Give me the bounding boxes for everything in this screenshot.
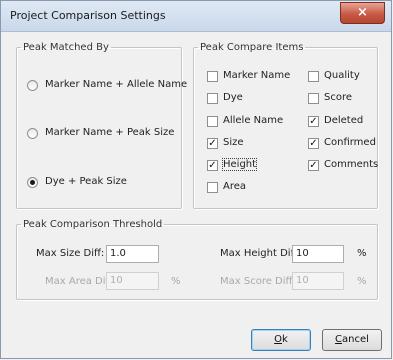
ok-button[interactable]: Ok: [251, 329, 311, 351]
max-score-diff-label: Max Score Diff:: [220, 276, 296, 287]
max-size-diff-label: Max Size Diff:: [36, 248, 105, 259]
checkbox-size[interactable]: ✓: [207, 138, 218, 149]
checkbox-area[interactable]: [207, 182, 218, 193]
checkbox-allele-name[interactable]: [207, 116, 218, 127]
max-size-diff-input[interactable]: 1.0: [106, 245, 159, 263]
ok-mnemonic: O: [274, 334, 283, 345]
checkbox-height[interactable]: ✓: [207, 160, 218, 171]
checkbox-height-label: Height: [221, 158, 258, 171]
window-title: Project Comparison Settings: [10, 9, 166, 22]
checkbox-confirmed-label: Confirmed: [324, 137, 376, 148]
max-area-diff-input[interactable]: 10: [106, 272, 159, 290]
radio-marker-allele-label: Marker Name + Allele Name: [45, 79, 188, 90]
peak-comparison-threshold-legend: Peak Comparison Threshold: [23, 219, 163, 230]
title-bar[interactable]: Project Comparison Settings ×: [1, 1, 391, 32]
peak-compare-items-legend: Peak Compare Items: [200, 42, 304, 53]
close-icon: ×: [357, 5, 368, 20]
checkbox-allele-name-label: Allele Name: [223, 115, 284, 126]
ok-label-rest: k: [282, 334, 288, 345]
radio-dye-size[interactable]: [27, 177, 38, 188]
checkbox-marker-name-label: Marker Name: [223, 70, 291, 81]
radio-marker-size[interactable]: [27, 128, 38, 139]
checkbox-quality[interactable]: [308, 71, 319, 82]
checkbox-comments[interactable]: ✓: [308, 160, 319, 171]
max-area-unit: %: [171, 276, 181, 287]
checkbox-quality-label: Quality: [324, 70, 360, 81]
checkbox-score-label: Score: [324, 92, 353, 103]
checkbox-size-label: Size: [223, 137, 244, 148]
max-height-diff-input[interactable]: 10: [292, 245, 344, 263]
checkbox-area-label: Area: [223, 181, 247, 192]
peak-matched-by-legend: Peak Matched By: [23, 42, 109, 53]
checkbox-marker-name[interactable]: [207, 71, 218, 82]
max-score-unit: %: [357, 276, 367, 287]
checkbox-comments-label: Comments: [324, 159, 379, 170]
cancel-label-rest: ancel: [342, 334, 369, 345]
checkbox-confirmed[interactable]: ✓: [308, 138, 319, 149]
cancel-button[interactable]: Cancel: [322, 329, 382, 351]
max-height-unit: %: [357, 248, 367, 259]
max-score-diff-input[interactable]: 10: [292, 272, 344, 290]
max-height-diff-label: Max Height Diff:: [220, 248, 301, 259]
radio-marker-size-label: Marker Name + Peak Size: [45, 127, 175, 138]
close-button[interactable]: ×: [340, 2, 385, 24]
checkbox-dye[interactable]: [207, 93, 218, 104]
checkbox-score[interactable]: [308, 93, 319, 104]
radio-marker-allele[interactable]: [27, 80, 38, 91]
radio-dye-size-label: Dye + Peak Size: [45, 176, 127, 187]
checkbox-deleted-label: Deleted: [324, 115, 364, 126]
checkbox-dye-label: Dye: [223, 92, 243, 103]
cancel-mnemonic: C: [335, 334, 343, 345]
dialog-window: Project Comparison Settings × Peak Match…: [0, 0, 392, 359]
dialog-body: Peak Matched By Marker Name + Allele Nam…: [8, 32, 386, 354]
checkbox-deleted[interactable]: ✓: [308, 116, 319, 127]
